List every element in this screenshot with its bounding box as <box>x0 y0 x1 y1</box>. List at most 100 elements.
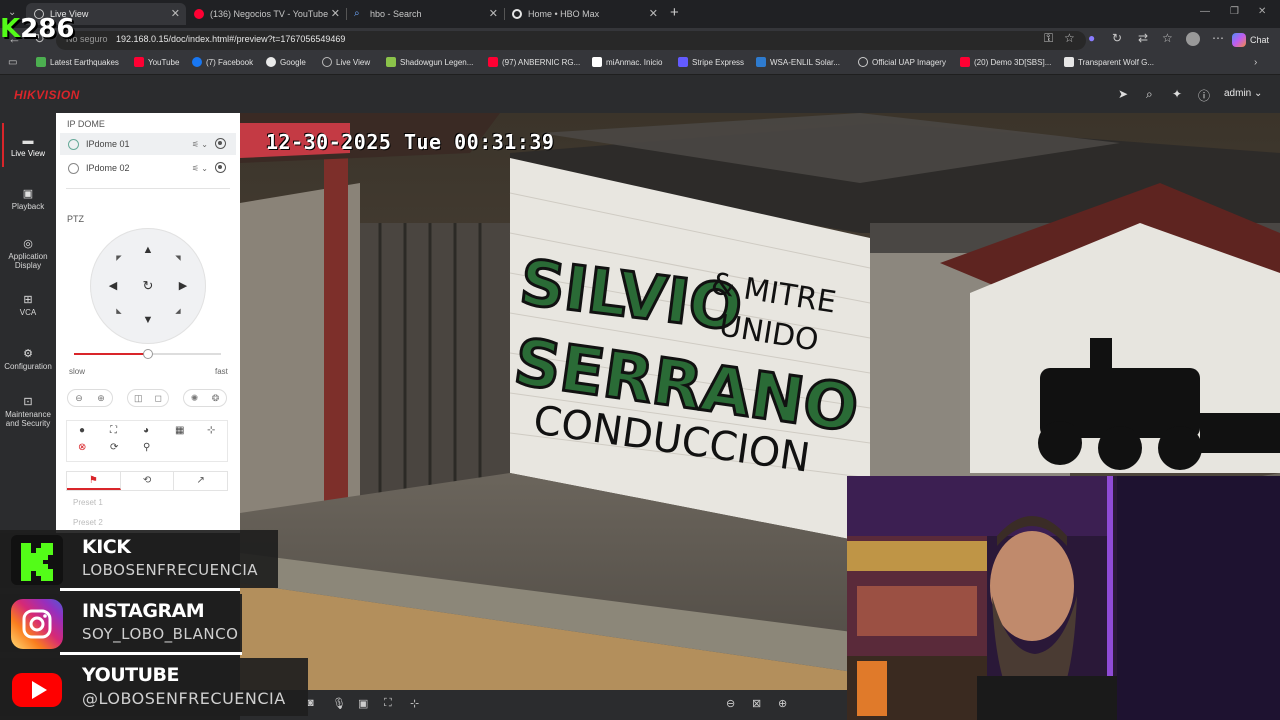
close-tab-icon[interactable]: ✕ <box>649 7 658 20</box>
stream-settings-icon[interactable]: ⚟ ⌄ <box>192 140 208 149</box>
camera-label: IPdome 01 <box>86 139 130 149</box>
microphone-icon[interactable]: 🎙 <box>332 697 346 710</box>
maintenance-icon: ⊡ <box>23 396 33 408</box>
bookmark-stripe-express[interactable]: Stripe Express <box>678 57 744 67</box>
3d-positioning-icon[interactable]: ▦ <box>175 425 184 436</box>
nav-label: Configuration <box>4 362 52 371</box>
speed-slow-label: slow <box>69 367 86 376</box>
bookmark-google[interactable]: Google <box>266 57 306 67</box>
camera-ipdome-01[interactable]: IPdome 01 ⚟ ⌄ <box>60 133 236 155</box>
kick-handle: LOBOSENFRECUENCIA <box>82 561 259 579</box>
extension-icon[interactable]: ● <box>1088 31 1095 45</box>
wiper-icon[interactable]: ◕ <box>143 425 149 436</box>
bookmark-transparent-wolf[interactable]: Transparent Wolf G... <box>1064 57 1154 67</box>
youtube-social-card: YOUTUBE @LOBOSENFRECUENCIA <box>0 658 308 716</box>
ptz-down-left-icon[interactable]: ◣ <box>112 307 126 315</box>
nav-live-view[interactable]: ▬ Live View <box>0 136 56 159</box>
preset-item[interactable]: Preset 2 <box>73 518 103 527</box>
ptz-speed-handle[interactable] <box>142 349 153 359</box>
url-text[interactable]: 192.168.0.15/doc/index.html#/preview?t=1… <box>116 34 345 44</box>
nav-maintenance-security[interactable]: ⊡ Maintenance and Security <box>0 396 56 429</box>
manual-tracking-icon[interactable]: ⛶ <box>110 425 117 436</box>
stream-settings-icon[interactable]: ⚟ ⌄ <box>192 164 208 173</box>
window-layout-icon[interactable]: ⊠ <box>752 697 761 710</box>
ptz-up-right-icon[interactable]: ◥ <box>171 254 185 262</box>
bookmark-anbernic[interactable]: (97) ANBERNIC RG... <box>488 57 580 67</box>
ptz-down-right-icon[interactable]: ◢ <box>171 307 185 315</box>
menu-more-icon[interactable]: ⋯ <box>1212 31 1224 45</box>
nav-application-display[interactable]: ◎ Application Display <box>0 239 56 271</box>
tab-search-icon[interactable]: ⇄ <box>1138 31 1148 45</box>
light-icon[interactable]: ● <box>79 425 85 436</box>
tab-preset-icon[interactable]: ⚑ <box>67 472 121 490</box>
focus-near-icon[interactable]: ◫ <box>134 393 143 404</box>
hbo-favicon-icon <box>512 9 522 19</box>
auxiliary-focus-icon[interactable]: ⊗ <box>78 442 86 453</box>
record-icon[interactable] <box>215 162 226 173</box>
password-key-icon[interactable]: ⚿ <box>1044 31 1053 46</box>
bookmark-latest-earthquakes[interactable]: Latest Earthquakes <box>36 57 119 67</box>
tab-patrol-icon[interactable]: ⟲ <box>121 472 175 490</box>
bookmark-youtube[interactable]: YouTube <box>134 57 179 67</box>
pin-icon[interactable]: ✦ <box>1172 87 1182 101</box>
bookmark-shadowgun[interactable]: Shadowgun Legen... <box>386 57 473 67</box>
ptz-left-icon[interactable]: ◀ <box>106 279 120 292</box>
bookmark-label: Latest Earthquakes <box>50 57 119 67</box>
lens-init-icon[interactable]: ⊹ <box>207 425 215 436</box>
iris-open-icon[interactable]: ❂ <box>212 393 220 404</box>
send-icon[interactable]: ➤ <box>1118 87 1128 101</box>
zoom-in-icon[interactable]: ⊕ <box>97 393 105 404</box>
favorites-icon[interactable]: ☆ <box>1162 31 1173 45</box>
bookmark-mianmac[interactable]: miAnmac. Inicio <box>592 57 662 67</box>
bookmark-wsa-enlil[interactable]: WSA-ENLIL Solar... <box>756 57 840 67</box>
nav-playback[interactable]: ▣ Playback <box>0 189 56 212</box>
previous-icon[interactable]: ⊖ <box>726 697 735 710</box>
bookmark-uap-imagery[interactable]: Official UAP Imagery <box>858 57 946 67</box>
ptz-right-icon[interactable]: ▶ <box>176 279 190 292</box>
tab-youtube[interactable]: (136) Negocios TV - YouTube ✕ <box>186 3 346 25</box>
maximize-icon[interactable]: ❐ <box>1230 6 1239 17</box>
sidebar-toggle-icon[interactable]: ▭ <box>8 57 17 68</box>
tab-hbo-max[interactable]: Home • HBO Max ✕ <box>504 3 664 25</box>
close-tab-icon[interactable]: ✕ <box>489 7 498 20</box>
profile-avatar[interactable] <box>1186 32 1200 46</box>
ptz-up-left-icon[interactable]: ◤ <box>112 254 126 262</box>
ptz-auto-rotate-icon[interactable]: ↻ <box>141 278 155 294</box>
bookmark-demo-3d[interactable]: (20) Demo 3D[SBS]... <box>960 57 1051 67</box>
search-icon[interactable]: ⌕ <box>1146 87 1153 102</box>
close-tab-icon[interactable]: ✕ <box>171 7 180 20</box>
tab-pattern-icon[interactable]: ↗ <box>174 472 227 490</box>
admin-user-menu[interactable]: admin ⌄ <box>1224 88 1262 99</box>
ptz-up-icon[interactable]: ▲ <box>141 244 155 256</box>
next-icon[interactable]: ⊕ <box>778 697 787 710</box>
park-action-icon[interactable]: ⟳ <box>110 442 118 453</box>
camera-ipdome-02[interactable]: IPdome 02 ⚟ ⌄ <box>60 157 236 179</box>
zoom-out-icon[interactable]: ⊖ <box>75 393 83 404</box>
minimize-icon[interactable]: — <box>1200 6 1210 17</box>
focus-frame-icon[interactable]: ⊹ <box>410 697 419 710</box>
tab-hbo-search[interactable]: ⌕ hbo - Search ✕ <box>346 3 504 25</box>
digital-zoom-icon[interactable]: ⛶ <box>384 697 392 710</box>
record-icon[interactable] <box>215 138 226 149</box>
kick-counter: K286 <box>0 14 74 44</box>
ptz-label: PTZ <box>67 214 84 224</box>
bookmark-live-view[interactable]: Live View <box>322 57 370 67</box>
bookmark-facebook[interactable]: (7) Facebook <box>192 57 253 67</box>
preset-item[interactable]: Preset 1 <box>73 498 103 507</box>
close-tab-icon[interactable]: ✕ <box>331 7 340 20</box>
image-icon[interactable]: ▣ <box>358 697 368 710</box>
chat-button[interactable]: Chat <box>1228 30 1275 49</box>
ptz-down-icon[interactable]: ▼ <box>141 314 155 326</box>
bookmarks-more-icon[interactable]: › <box>1254 57 1257 68</box>
bookmark-star-icon[interactable]: ☆ <box>1064 31 1075 45</box>
iris-close-icon[interactable]: ✺ <box>191 393 199 404</box>
one-touch-icon[interactable]: ⚲ <box>143 442 150 453</box>
camera-label: IPdome 02 <box>86 163 130 173</box>
refresh-extension-icon[interactable]: ↻ <box>1112 31 1122 45</box>
nav-vca[interactable]: ⊞ VCA <box>0 295 56 318</box>
nav-configuration[interactable]: ⚙ Configuration <box>0 349 56 372</box>
new-tab-button[interactable]: + <box>670 4 679 21</box>
focus-far-icon[interactable]: ◻ <box>155 393 162 404</box>
info-icon[interactable]: ⓘ <box>1198 87 1210 104</box>
close-window-icon[interactable]: ✕ <box>1258 6 1266 17</box>
